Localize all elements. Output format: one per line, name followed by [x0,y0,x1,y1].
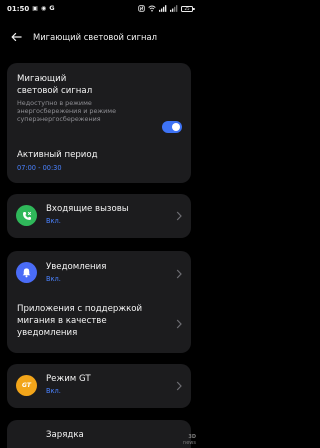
toggle-knob [172,123,180,131]
chevron-right-icon [176,381,182,391]
header: Мигающий световой сигнал [0,27,200,47]
status-bar: 01:50 ▣ ◉ G 25 [0,0,200,17]
gt-mode-text: Режим GT Вкл. [46,373,91,395]
active-period-label: Активный период [17,150,98,160]
supported-apps-line2: мигания в качестве [17,316,107,326]
gt-mode-status: Вкл. [46,387,61,395]
back-button[interactable] [4,27,28,47]
watermark-line2: news [183,439,196,446]
google-icon: G [49,4,55,13]
blink-light-subtitle-line2: энергосбережения и режиме [17,107,117,116]
supported-apps-row[interactable]: Приложения с поддержкой мигания в качест… [7,297,191,353]
battery-icon: 25 [181,5,195,12]
chevron-right-icon [176,319,182,329]
blink-light-toggle[interactable] [162,121,182,133]
blink-light-subtitle-line3: суперэнергосбережения [17,115,101,124]
chevron-right-icon [176,211,182,221]
chat-icon: ◉ [40,4,47,12]
gt-icon-text: GT [22,382,31,389]
sim-icon: ▣ [32,4,38,12]
nfc-icon [138,5,145,12]
bell-icon [16,262,37,283]
charging-label: Зарядка [46,430,84,440]
charging-text: Зарядка [46,429,84,441]
notifications-text: Уведомления Вкл. [46,261,106,283]
charging-card[interactable]: Зарядка [7,420,191,448]
incoming-calls-text: Входящие вызовы Вкл. [46,203,129,225]
phone-icon [16,205,37,226]
notifications-status: Вкл. [46,275,61,283]
notifications-label: Уведомления [46,262,107,272]
wifi-icon [148,5,156,12]
incoming-calls-label: Входящие вызовы [46,204,129,214]
screen: 01:50 ▣ ◉ G 25 Мигающий световой сигнал … [0,0,200,448]
battery-level: 25 [184,6,190,11]
chevron-right-icon [176,269,182,279]
gt-mode-card[interactable]: GT Режим GT Вкл. [7,364,191,408]
blink-light-title-line1: Мигающий [17,74,67,84]
status-right: 25 [138,5,195,12]
active-period-value: 07:00 - 00:30 [17,164,62,172]
supported-apps-line3: уведомления [17,328,78,338]
arrow-left-icon [11,32,22,42]
notifications-card: Уведомления Вкл. Приложения с поддержкой… [7,251,191,353]
blink-light-title-line2: световой сигнал [17,86,93,96]
signal-icon-2 [170,5,178,12]
supported-apps-line1: Приложения с поддержкой [17,304,143,314]
watermark-logo: 3D news [174,434,196,446]
signal-icon [159,5,167,12]
supported-apps-text: Приложения с поддержкой мигания в качест… [17,303,142,339]
blink-light-toggle-row[interactable]: Мигающий световой сигнал Недоступно в ре… [17,73,116,124]
incoming-calls-card[interactable]: Входящие вызовы Вкл. [7,194,191,238]
status-time: 01:50 [7,4,30,13]
gt-icon: GT [16,375,37,396]
gt-mode-label: Режим GT [46,374,91,384]
blink-light-card: Мигающий световой сигнал Недоступно в ре… [7,63,191,183]
active-period-row[interactable]: Активный период 07:00 - 00:30 [17,149,181,172]
status-left: 01:50 ▣ ◉ G [7,5,55,13]
notifications-row[interactable]: Уведомления Вкл. [7,251,191,297]
incoming-calls-status: Вкл. [46,217,61,225]
page-title: Мигающий световой сигнал [33,32,157,42]
blink-light-subtitle-line1: Недоступно в режиме [17,99,92,107]
